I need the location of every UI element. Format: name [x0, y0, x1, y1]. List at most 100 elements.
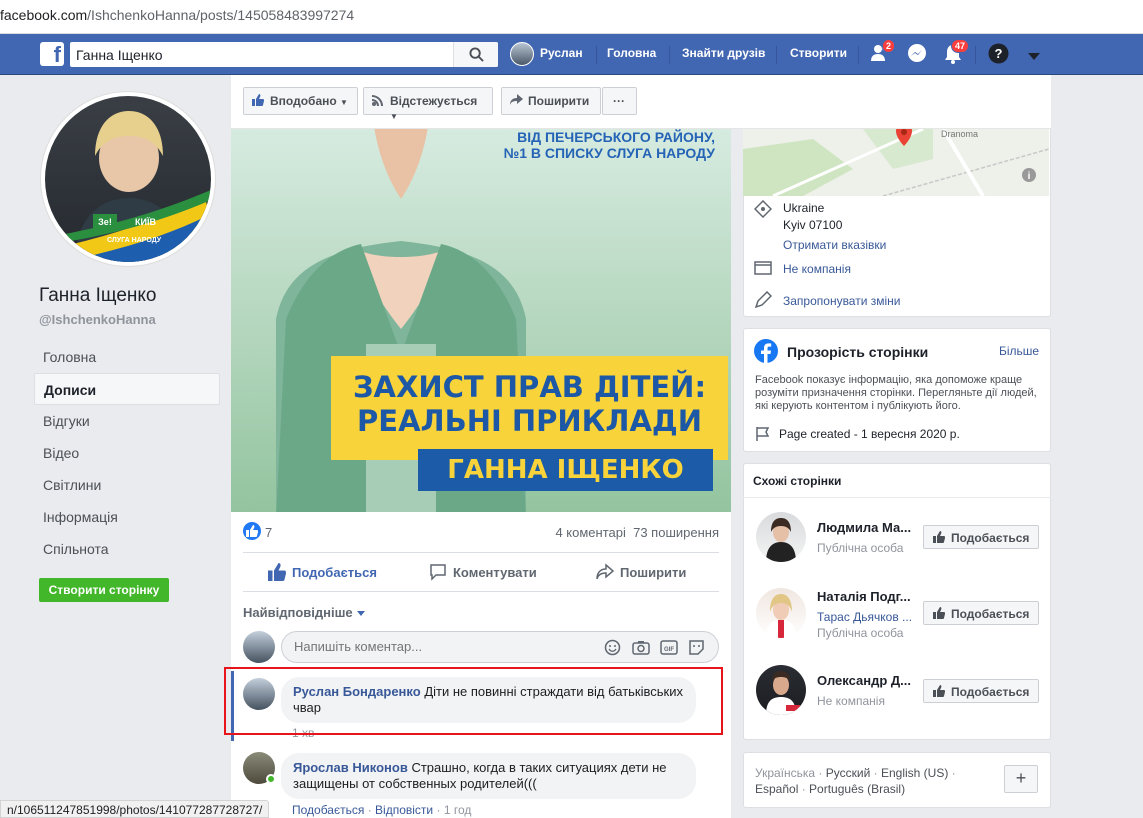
sidebar-item-home[interactable]: Головна: [34, 341, 220, 373]
facebook-logo-icon[interactable]: f: [40, 42, 64, 67]
create-page-button[interactable]: Створити сторінку: [39, 578, 169, 602]
profile-picture[interactable]: Зе! КИЇВ СЛУГА НАРОДУ: [40, 91, 216, 267]
nav-find-friends[interactable]: Знайти друзів: [682, 46, 765, 60]
sidebar-item-reviews[interactable]: Відгуки: [34, 405, 220, 437]
similar-page-category: Публічна особа: [817, 626, 904, 640]
language-spanish[interactable]: Español: [755, 782, 798, 796]
comment-actions: Подобається · Відповісти · 1 год: [292, 803, 472, 817]
account-menu-icon[interactable]: [1028, 50, 1040, 64]
like-reaction-icon[interactable]: [243, 522, 261, 540]
transparency-more-link[interactable]: Більше: [999, 344, 1039, 358]
comment-time[interactable]: 1 год: [444, 803, 472, 817]
not-business-link[interactable]: Не компанія: [783, 262, 851, 276]
thumbs-up-icon: [933, 607, 945, 619]
comment-sort-dropdown[interactable]: Найвідповідніше: [243, 605, 365, 620]
facebook-circle-icon: [754, 339, 778, 363]
similar-pages-title: Схожі сторінки: [753, 474, 842, 488]
like-post-button[interactable]: Подобається: [268, 563, 377, 581]
building-icon: [754, 261, 772, 275]
thumbs-up-icon: [933, 531, 945, 543]
status-bar-url: n/106511247851998/photos/141077287728727…: [0, 800, 270, 818]
comments-shares-count[interactable]: 4 коментарі 73 поширення: [555, 525, 719, 540]
current-user-avatar[interactable]: [243, 631, 275, 663]
comment-post-button[interactable]: Коментувати: [430, 564, 537, 581]
like-page-button[interactable]: Подобається: [923, 525, 1039, 549]
sidebar-item-community[interactable]: Спільнота: [34, 533, 220, 565]
page-sidebar-menu: Головна Дописи Відгуки Відео Світлини Ін…: [34, 341, 220, 565]
language-portuguese[interactable]: Português (Brasil): [809, 782, 905, 796]
location-pin-icon: [754, 200, 772, 218]
notifications-icon[interactable]: 47: [943, 39, 970, 68]
gif-icon[interactable]: GIF: [660, 639, 678, 656]
location-map[interactable]: Dranoma i: [743, 129, 1049, 196]
comment-bubble: Ярослав Никонов Страшно, когда в таких с…: [281, 753, 696, 799]
sidebar-item-posts[interactable]: Дописи: [34, 373, 220, 405]
sidebar-item-photos[interactable]: Світлини: [34, 469, 220, 501]
get-directions-link[interactable]: Отримати вказівки: [783, 238, 886, 252]
similar-page-avatar[interactable]: [756, 512, 806, 562]
page-created-date: Page created - 1 вересня 2020 р.: [779, 427, 960, 441]
similar-page-name[interactable]: Олександр Д...: [817, 673, 917, 688]
sidebar-item-about[interactable]: Інформація: [34, 501, 220, 533]
similar-page-name[interactable]: Наталія Подг...: [817, 589, 917, 604]
share-icon: [596, 563, 614, 580]
similar-page-name[interactable]: Людмила Ма...: [817, 520, 917, 535]
nav-home[interactable]: Головна: [607, 46, 656, 60]
svg-text:КИЇВ: КИЇВ: [135, 217, 156, 227]
similar-page-mutual[interactable]: Тарас Дьячков ...: [817, 610, 912, 624]
messenger-icon[interactable]: [906, 43, 928, 68]
more-options-button[interactable]: ···: [602, 87, 637, 115]
like-page-button[interactable]: Подобається: [923, 679, 1039, 703]
friend-requests-icon[interactable]: 2: [870, 39, 896, 66]
nav-create[interactable]: Створити: [790, 46, 847, 60]
browser-url-bar[interactable]: facebook.com/IshchenkoHanna/posts/145058…: [0, 0, 1143, 34]
comment-reply-link[interactable]: Відповісти: [375, 803, 433, 817]
camera-icon[interactable]: [632, 639, 650, 656]
sticker-icon[interactable]: [688, 639, 705, 656]
svg-text:Зе!: Зе!: [98, 217, 112, 227]
post-reactions-bar: 7 4 коментарі 73 поширення: [243, 521, 719, 553]
search-input[interactable]: [76, 45, 446, 64]
user-avatar[interactable]: [510, 42, 534, 66]
emoji-icon[interactable]: [604, 639, 621, 656]
language-english[interactable]: English (US): [881, 766, 948, 780]
comment-author[interactable]: Ярослав Никонов: [293, 760, 408, 775]
share-post-button[interactable]: Поширити: [596, 563, 686, 580]
share-page-button[interactable]: Поширити: [501, 87, 601, 115]
svg-text:СЛУГА НАРОДУ: СЛУГА НАРОДУ: [107, 237, 162, 244]
svg-text:Dranoma: Dranoma: [941, 129, 978, 139]
similar-page-category: Публічна особа: [817, 541, 904, 555]
post-image-headline: ЗАХИСТ ПРАВ ДІТЕЙ: РЕАЛЬНІ ПРИКЛАДИ: [331, 356, 728, 460]
following-button[interactable]: Відстежується ▼: [363, 87, 493, 121]
language-ukrainian[interactable]: Українська: [755, 766, 815, 780]
transparency-title: Прозорість сторінки: [787, 344, 929, 360]
help-icon[interactable]: ?: [988, 43, 1009, 67]
language-russian[interactable]: Русский: [826, 766, 871, 780]
page-title[interactable]: Ганна Іщенко: [39, 285, 156, 307]
suggest-edits-link[interactable]: Запропонувати зміни: [783, 294, 901, 308]
like-page-button[interactable]: Подобається: [923, 601, 1039, 625]
post-image-name: ГАННА ІЩЕНКО: [418, 449, 713, 491]
sidebar-item-videos[interactable]: Відео: [34, 437, 220, 469]
comment-box: GIF: [281, 631, 719, 663]
similar-page-avatar[interactable]: [756, 665, 806, 715]
search-button[interactable]: [453, 42, 498, 67]
svg-text:GIF: GIF: [664, 647, 674, 653]
similar-page-avatar[interactable]: [756, 588, 806, 638]
nav-user-name[interactable]: Руслан: [540, 46, 583, 60]
like-count[interactable]: 7: [265, 525, 272, 540]
flag-icon: [756, 427, 770, 441]
friend-requests-badge: 2: [882, 39, 896, 53]
url-text[interactable]: facebook.com/IshchenkoHanna/posts/145058…: [0, 7, 354, 23]
more-languages-button[interactable]: +: [1004, 765, 1038, 793]
comment-input[interactable]: [294, 639, 594, 654]
post-image[interactable]: ВІД ПЕЧЕРСЬКОГО РАЙОНУ, №1 В СПИСКУ СЛУГ…: [231, 129, 731, 512]
page-action-bar: Вподобано ▼ Відстежується ▼ Поширити ···: [231, 75, 1051, 129]
liked-button[interactable]: Вподобано ▼: [243, 87, 358, 115]
page-handle[interactable]: @IshchenkoHanna: [39, 312, 156, 327]
similar-page-category: Не компанія: [817, 694, 885, 708]
comment-like-link[interactable]: Подобається: [292, 803, 364, 817]
address-city: Kyiv 07100: [783, 218, 843, 232]
share-icon: [510, 94, 523, 105]
pencil-icon: [754, 291, 772, 309]
